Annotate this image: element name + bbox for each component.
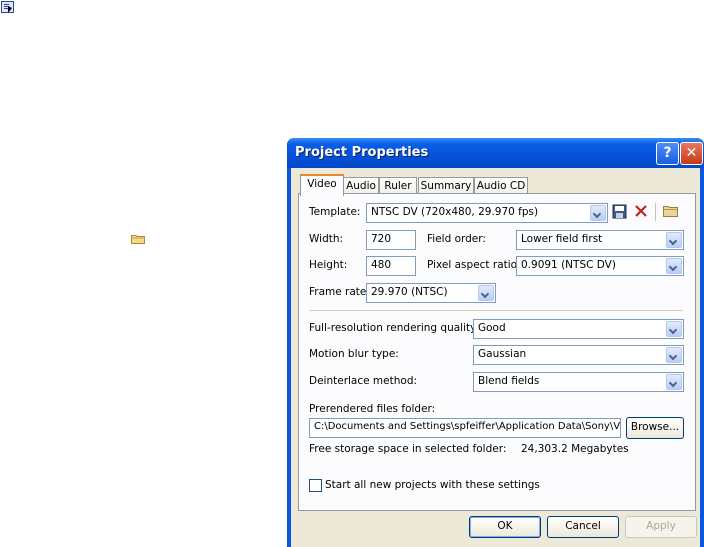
chevron-down-icon[interactable] (666, 347, 682, 363)
chevron-down-icon[interactable] (666, 232, 682, 248)
motion-blur-label: Motion blur type: (309, 348, 399, 360)
start-all-label[interactable]: Start all new projects with these settin… (325, 479, 540, 491)
chevron-down-icon[interactable] (666, 374, 682, 390)
chevron-down-icon[interactable] (666, 321, 682, 337)
frame-rate-select[interactable]: 29.970 (NTSC) (366, 283, 496, 303)
start-all-checkbox[interactable] (309, 479, 322, 492)
field-order-label: Field order: (427, 233, 486, 245)
ok-button[interactable]: OK (469, 516, 541, 538)
field-order-select[interactable]: Lower field first (516, 230, 684, 250)
chevron-down-icon[interactable] (478, 285, 494, 301)
browse-button[interactable]: Browse... (626, 417, 684, 439)
template-select[interactable]: NTSC DV (720x480, 29.970 fps) (366, 203, 608, 223)
motion-blur-value: Gaussian (478, 348, 527, 360)
dialog-client: Video Audio Ruler Summary Audio CD Templ… (291, 168, 700, 547)
free-space-value: 24,303.2 Megabytes (521, 443, 629, 455)
delete-template-icon[interactable] (634, 204, 648, 218)
prerender-folder-field[interactable]: C:\Documents and Settings\spfeiffer\Appl… (309, 418, 621, 438)
motion-blur-select[interactable]: Gaussian (473, 345, 684, 365)
template-value: NTSC DV (720x480, 29.970 fps) (371, 206, 539, 218)
deinterlace-label: Deinterlace method: (309, 375, 418, 387)
field-order-value: Lower field first (521, 233, 603, 245)
height-field[interactable]: 480 (366, 256, 416, 276)
height-value: 480 (371, 259, 392, 271)
apply-button[interactable]: Apply (625, 516, 697, 538)
tab-summary[interactable]: Summary (418, 177, 474, 194)
pixel-aspect-label: Pixel aspect ratio: (427, 259, 521, 271)
chevron-down-icon[interactable] (590, 205, 606, 221)
project-properties-window: Project Properties ? ✕ Video Audio Ruler… (287, 138, 704, 547)
chevron-down-icon[interactable] (666, 258, 682, 274)
window-title: Project Properties (295, 145, 429, 160)
title-bar[interactable]: Project Properties ? ✕ (287, 138, 704, 168)
deinterlace-select[interactable]: Blend fields (473, 372, 684, 392)
prerender-folder-label: Prerendered files folder: (309, 403, 436, 415)
render-quality-label: Full-resolution rendering quality: (309, 322, 480, 334)
tab-audio[interactable]: Audio (343, 177, 379, 194)
height-label: Height: (309, 259, 348, 271)
tab-video[interactable]: Video (300, 174, 344, 196)
pixel-aspect-value: 0.9091 (NTSC DV) (521, 259, 616, 271)
folder-icon[interactable] (131, 234, 145, 244)
save-template-icon[interactable] (612, 204, 627, 219)
separator (309, 310, 683, 311)
template-label: Template: (309, 206, 361, 218)
frame-rate-value: 29.970 (NTSC) (371, 286, 448, 298)
tab-audio-cd[interactable]: Audio CD (474, 177, 528, 194)
render-quality-select[interactable]: Good (473, 319, 684, 339)
free-space-label: Free storage space in selected folder: (309, 443, 507, 455)
tab-ruler[interactable]: Ruler (379, 177, 417, 194)
frame-rate-label: Frame rate: (309, 286, 370, 298)
video-tab-panel: Template: NTSC DV (720x480, 29.970 fps) … (298, 193, 696, 511)
width-field[interactable]: 720 (366, 230, 416, 250)
close-button[interactable]: ✕ (680, 142, 703, 165)
folder-icon[interactable] (663, 205, 678, 217)
pixel-aspect-select[interactable]: 0.9091 (NTSC DV) (516, 256, 684, 276)
render-quality-value: Good (478, 322, 506, 334)
width-value: 720 (371, 233, 392, 245)
app-icon[interactable] (1, 1, 14, 13)
toolbar-divider (655, 203, 656, 221)
help-button[interactable]: ? (656, 142, 679, 165)
prerender-folder-value: C:\Documents and Settings\spfeiffer\Appl… (314, 421, 621, 432)
cancel-button[interactable]: Cancel (547, 516, 619, 538)
deinterlace-value: Blend fields (478, 375, 540, 387)
width-label: Width: (309, 233, 344, 245)
